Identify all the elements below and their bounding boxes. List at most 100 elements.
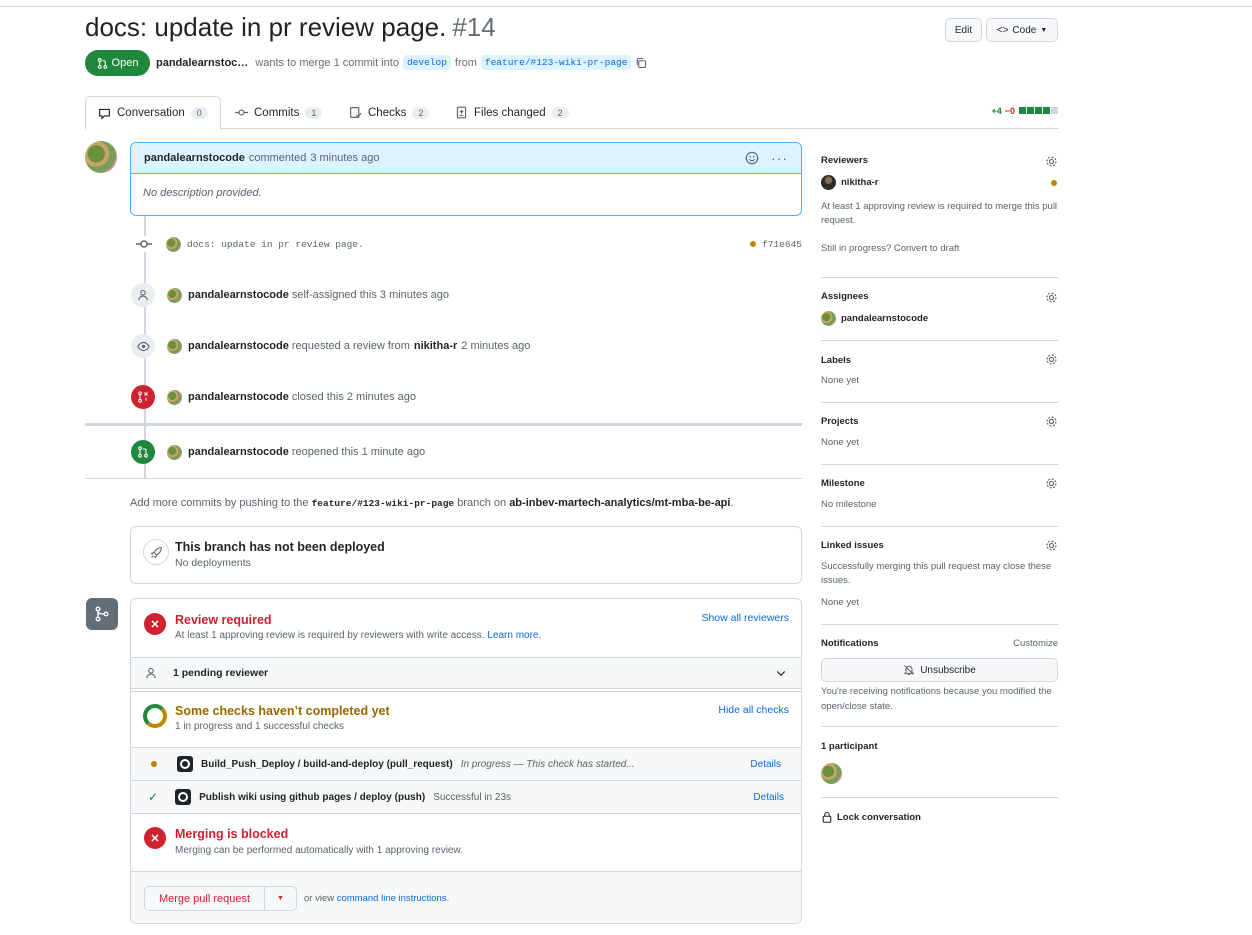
show-all-reviewers-link[interactable]: Show all reviewers	[701, 612, 789, 624]
learn-more-link[interactable]: Learn more.	[487, 630, 541, 641]
smiley-icon[interactable]	[745, 151, 759, 165]
cli-line: or view command line instructions.	[304, 893, 449, 904]
participant-avatar[interactable]	[821, 763, 842, 784]
base-branch[interactable]: develop	[402, 55, 451, 70]
tab-commits[interactable]: Commits 1	[223, 96, 334, 129]
avatar[interactable]	[167, 389, 182, 405]
tab-count: 2	[412, 106, 430, 119]
comment-time[interactable]: 3 minutes ago	[310, 152, 379, 164]
tab-count: 0	[190, 107, 208, 119]
event-actor[interactable]: pandalearnstocode	[188, 289, 289, 301]
commit-sha[interactable]: f71e645	[762, 239, 802, 250]
event-actor[interactable]: pandalearnstocode	[188, 340, 289, 352]
assigned-event: pandalearnstocode self-assigned this 3 m…	[130, 281, 449, 309]
comment-author[interactable]: pandalearnstocode	[144, 152, 245, 164]
avatar[interactable]	[85, 141, 117, 173]
check-name: Publish wiki using github pages / deploy…	[199, 791, 426, 803]
author-link[interactable]: pandalearnstoc…	[156, 57, 248, 69]
details-link[interactable]: Details	[753, 792, 784, 803]
checks-section: Some checks haven’t completed yet 1 in p…	[131, 691, 801, 747]
eye-icon	[131, 334, 155, 358]
tab-checks[interactable]: Checks 2	[337, 96, 441, 129]
avatar[interactable]	[167, 444, 182, 460]
merge-pull-request-button[interactable]: Merge pull request	[145, 887, 265, 910]
convert-to-draft-link[interactable]: Still in progress? Convert to draft	[821, 243, 1058, 254]
gear-icon[interactable]	[1045, 415, 1058, 428]
head-branch[interactable]: feature/#123-wiki-pr-page	[480, 55, 632, 70]
event-actor[interactable]: pandalearnstocode	[188, 391, 289, 403]
tab-conversation[interactable]: Conversation 0	[85, 96, 221, 130]
gear-icon[interactable]	[1045, 291, 1058, 304]
customize-link[interactable]: Customize	[1013, 638, 1058, 649]
event-time[interactable]: 2 minutes ago	[461, 340, 530, 352]
hide-all-checks-link[interactable]: Hide all checks	[718, 704, 789, 716]
linked-issues-title[interactable]: Linked issues	[821, 540, 1058, 551]
gear-icon[interactable]	[1045, 155, 1058, 168]
commit-icon	[136, 236, 152, 252]
linked-issues-value: None yet	[821, 597, 860, 608]
tab-files-changed[interactable]: Files changed 2	[443, 96, 581, 129]
pending-reviewer-row[interactable]: 1 pending reviewer	[131, 657, 801, 689]
avatar[interactable]	[166, 236, 181, 252]
assignees-title[interactable]: Assignees	[821, 291, 1058, 302]
github-icon	[177, 756, 193, 772]
notifications-note: You're receiving notifications because y…	[821, 686, 1052, 712]
kebab-menu-icon[interactable]: ···	[771, 150, 788, 166]
sidebar-divider	[821, 726, 1058, 727]
reviewers-title[interactable]: Reviewers	[821, 155, 1058, 166]
avatar[interactable]	[821, 311, 836, 326]
commit-message[interactable]: docs: update in pr review page.	[187, 239, 364, 250]
review-required-title: Review required	[175, 613, 272, 627]
push-text: Add more commits by pushing to the	[130, 497, 309, 509]
avatar[interactable]	[167, 287, 182, 303]
page-title: docs: update in pr review page. #14	[85, 12, 496, 43]
unsubscribe-label: Unsubscribe	[920, 664, 976, 676]
code-button[interactable]: <> Code ▼	[986, 18, 1058, 42]
command-line-link[interactable]: command line instructions	[337, 893, 447, 904]
edit-button[interactable]: Edit	[945, 18, 982, 42]
event-text: self-assigned this 3 minutes ago	[291, 289, 450, 301]
pr-open-icon	[131, 440, 155, 464]
tab-label: Files changed	[474, 106, 546, 119]
copy-icon[interactable]	[635, 57, 647, 69]
gear-icon[interactable]	[1045, 539, 1058, 552]
diffstat[interactable]: +4 −0	[991, 106, 1058, 116]
pr-meta: pandalearnstoc… wants to merge 1 commit …	[156, 55, 647, 70]
edit-label: Edit	[954, 24, 973, 36]
event-text: closed this 2 minutes ago	[291, 391, 416, 403]
x-circle-icon: ✕	[144, 613, 166, 635]
pr-closed-icon	[131, 385, 155, 409]
gear-icon[interactable]	[1045, 477, 1058, 490]
projects-title[interactable]: Projects	[821, 416, 1058, 427]
gear-icon[interactable]	[1045, 353, 1058, 366]
merging-blocked-title: Merging is blocked	[175, 827, 289, 841]
avatar[interactable]	[821, 175, 836, 190]
additions-count: +4	[991, 106, 1002, 116]
linked-issues-note: Successfully merging this pull request m…	[821, 561, 1052, 586]
review-request-event: pandalearnstocode requested a review fro…	[130, 332, 530, 360]
review-desc: At least 1 approving review is required …	[175, 630, 485, 641]
merge-action-row: Merge pull request ▼ or view command lin…	[131, 871, 801, 923]
chevron-down-icon	[776, 671, 786, 677]
lock-conversation-link[interactable]: Lock conversation	[821, 811, 921, 823]
push-info: Add more commits by pushing to the featu…	[130, 497, 734, 509]
merge-options-dropdown[interactable]: ▼	[265, 887, 296, 910]
push-branch[interactable]: feature/#123-wiki-pr-page	[312, 498, 455, 509]
merge-box: ✕ Review required At least 1 approving r…	[130, 598, 802, 924]
tab-label: Commits	[254, 106, 300, 119]
assignee-name[interactable]: pandalearnstocode	[841, 313, 928, 324]
repo-link[interactable]: ab-inbev-martech-analytics/mt-mba-be-api	[509, 497, 730, 509]
event-reviewer[interactable]: nikitha-r	[414, 340, 457, 352]
sidebar-divider	[821, 526, 1058, 527]
unsubscribe-button[interactable]: Unsubscribe	[821, 658, 1058, 682]
details-link[interactable]: Details	[750, 759, 781, 770]
deployment-box: This branch has not been deployed No dep…	[130, 526, 802, 584]
top-divider	[0, 6, 1252, 7]
reviewer-name[interactable]: nikitha-r	[841, 177, 878, 188]
labels-title[interactable]: Labels	[821, 355, 1058, 366]
avatar[interactable]	[167, 338, 182, 354]
milestone-title[interactable]: Milestone	[821, 478, 1058, 489]
tab-label: Checks	[368, 106, 407, 119]
event-actor[interactable]: pandalearnstocode	[188, 446, 289, 458]
deploy-title: This branch has not been deployed	[175, 540, 385, 554]
